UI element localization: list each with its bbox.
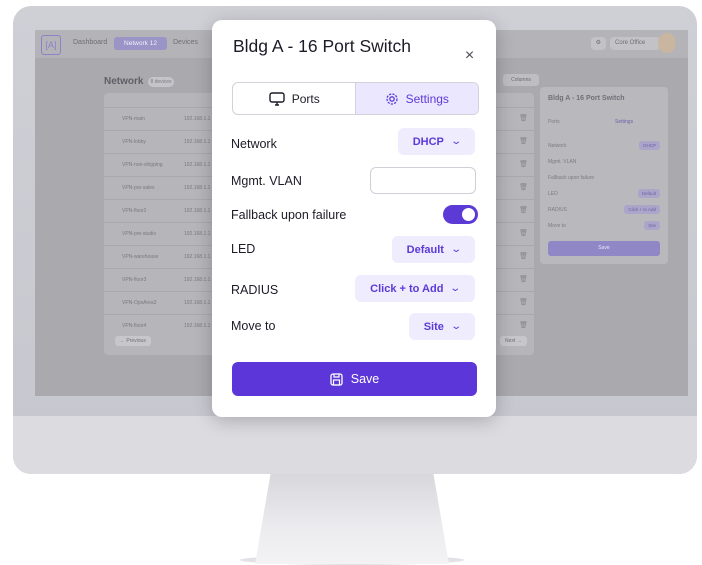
side-move-label: Move to xyxy=(548,223,566,229)
toggle-knob xyxy=(462,208,475,221)
led-select-value: Default xyxy=(406,243,444,256)
row-ip: 192.168.1.1 xyxy=(184,254,211,260)
row-ip: 192.168.1.1 xyxy=(184,185,211,191)
tab-bar: Ports Settings xyxy=(232,82,479,115)
move-to-label: Move to xyxy=(231,319,276,333)
avatar[interactable] xyxy=(658,33,676,53)
gear-icon xyxy=(385,92,398,105)
fallback-toggle[interactable] xyxy=(443,205,478,224)
side-vlan-label: Mgmt. VLAN xyxy=(548,159,577,165)
save-icon xyxy=(330,372,343,386)
row-name: VPN-pre-studio xyxy=(122,231,157,237)
side-fallback-label: Fallback upon failure xyxy=(548,175,595,181)
trash-icon[interactable]: 🗑 xyxy=(519,206,528,214)
columns-button[interactable]: Columns xyxy=(503,74,539,86)
row-ip: 192.168.1.1 xyxy=(184,139,211,145)
radius-label: RADIUS xyxy=(231,283,279,297)
row-ip: 192.168.1.1 xyxy=(184,300,211,306)
row-name: VPN-pre-sales xyxy=(122,185,155,191)
close-icon[interactable]: × xyxy=(463,48,476,64)
nav-dashboard[interactable]: Dashboard xyxy=(73,39,107,46)
chevron-down-icon: ⌄ xyxy=(450,244,463,255)
save-button-label: Save xyxy=(350,372,380,386)
row-ip: 192.168.1.1 xyxy=(184,231,211,237)
side-tab-ports[interactable]: Ports xyxy=(548,119,560,125)
network-select[interactable]: DHCP ⌄ xyxy=(398,128,475,155)
settings-modal: Bldg A - 16 Port Switch × Ports Settings… xyxy=(212,20,496,417)
status-badge: 8 devices xyxy=(148,77,174,87)
help-button[interactable]: ⚙ xyxy=(590,37,606,50)
row-ip: 192.168.1.1 xyxy=(184,116,211,122)
vlan-input[interactable] xyxy=(370,167,476,194)
row-name: VPN-non-shipping xyxy=(122,162,163,168)
trash-icon[interactable]: 🗑 xyxy=(519,137,528,145)
radius-select-value: Click + to Add xyxy=(370,282,444,295)
row-ip: 192.168.1.1 xyxy=(184,323,211,329)
trash-icon[interactable]: 🗑 xyxy=(519,160,528,168)
org-select[interactable]: Core Office xyxy=(610,37,660,50)
trash-icon[interactable]: 🗑 xyxy=(519,114,528,122)
monitor-icon xyxy=(269,91,285,106)
fallback-label: Fallback upon failure xyxy=(231,208,347,222)
monitor-chin xyxy=(13,416,697,474)
tab-settings-label: Settings xyxy=(405,91,449,106)
previous-button[interactable]: ← Previous xyxy=(115,336,151,346)
trash-icon[interactable]: 🗑 xyxy=(519,275,528,283)
side-radius-label: RADIUS xyxy=(548,207,567,213)
row-name: VPN-main xyxy=(122,116,145,122)
side-panel-title: Bldg A - 16 Port Switch xyxy=(548,95,625,102)
network-select-value: DHCP xyxy=(412,135,444,148)
chevron-down-icon: ⌄ xyxy=(449,283,462,294)
side-tab-settings[interactable]: Settings xyxy=(615,119,633,125)
row-name: VPN-warehouse xyxy=(122,254,159,260)
nav-network[interactable]: Network 12 xyxy=(114,37,167,50)
page-title: Network xyxy=(104,76,144,87)
row-ip: 192.168.1.1 xyxy=(184,162,211,168)
radius-select[interactable]: Click + to Add ⌄ xyxy=(355,275,475,302)
trash-icon[interactable]: 🗑 xyxy=(519,229,528,237)
tab-settings[interactable]: Settings xyxy=(354,83,478,114)
trash-icon[interactable]: 🗑 xyxy=(519,298,528,306)
nav-devices[interactable]: Devices xyxy=(173,39,198,46)
side-led-label: LED xyxy=(548,191,558,197)
tab-ports-label: Ports xyxy=(291,91,320,106)
tab-ports[interactable]: Ports xyxy=(233,83,356,114)
monitor-stand xyxy=(255,474,449,564)
app-logo: [A] xyxy=(41,35,61,55)
chevron-down-icon: ⌄ xyxy=(450,321,462,332)
side-panel: Bldg A - 16 Port Switch Ports Settings N… xyxy=(540,87,668,264)
move-to-select-value: Site xyxy=(423,320,444,333)
side-move-select[interactable]: Site xyxy=(644,221,660,230)
side-save-button[interactable]: Save xyxy=(548,241,660,256)
led-label: LED xyxy=(231,242,256,256)
row-name: VPN-floor4 xyxy=(122,323,147,329)
chevron-down-icon: ⌄ xyxy=(450,136,462,147)
side-radius-select[interactable]: Click + to Add xyxy=(624,205,660,214)
row-name: VPN-floor2 xyxy=(122,208,147,214)
led-select[interactable]: Default ⌄ xyxy=(392,236,475,263)
row-name: VPN-OpsArea3 xyxy=(122,300,157,306)
row-name: VPN-floor3 xyxy=(122,277,147,283)
network-label: Network xyxy=(231,137,277,151)
trash-icon[interactable]: 🗑 xyxy=(519,183,528,191)
side-led-select[interactable]: Default xyxy=(637,189,660,198)
next-button[interactable]: Next → xyxy=(500,336,527,346)
side-network-label: Network xyxy=(548,143,567,149)
trash-icon[interactable]: 🗑 xyxy=(519,321,528,329)
move-to-select[interactable]: Site ⌄ xyxy=(409,313,475,340)
vlan-label: Mgmt. VLAN xyxy=(231,174,302,188)
trash-icon[interactable]: 🗑 xyxy=(519,252,528,260)
save-button[interactable]: Save xyxy=(232,362,477,396)
side-network-select[interactable]: DHCP xyxy=(639,141,660,150)
row-name: VPN-lobby xyxy=(122,139,146,145)
row-ip: 192.168.1.1 xyxy=(184,208,211,214)
modal-title: Bldg A - 16 Port Switch xyxy=(233,36,412,56)
row-ip: 192.168.1.1 xyxy=(184,277,211,283)
